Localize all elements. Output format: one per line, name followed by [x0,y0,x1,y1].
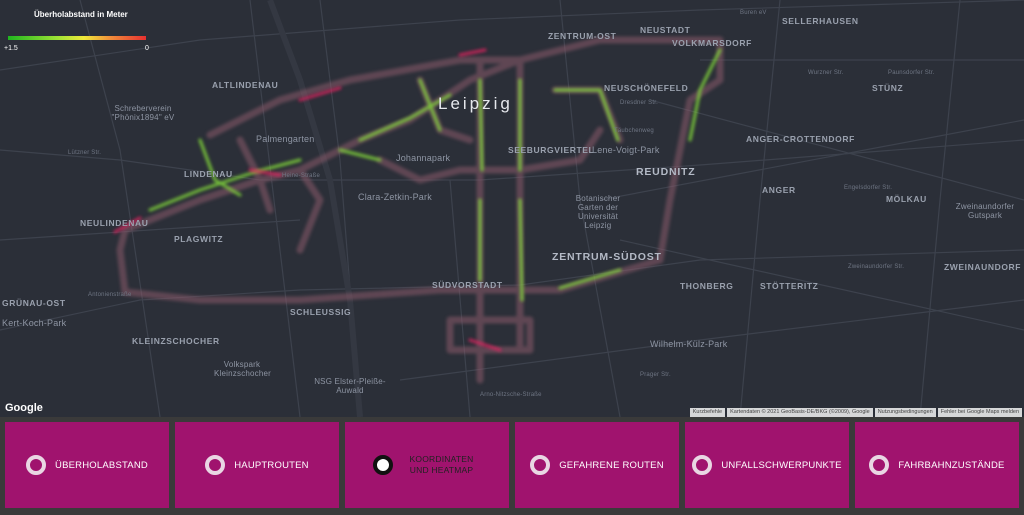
button-unfallschwerpunkte[interactable]: UNFALLSCHWERPUNKTE [685,422,849,508]
place-nsg: NSG Elster-Pleiße-Auwald [314,377,386,395]
street-taucha: Täubchenweg [614,128,654,134]
district-stuenz: STÜNZ [872,83,904,93]
terms-link[interactable]: Nutzungsbedingungen [874,408,936,417]
district-anger: ANGER [762,185,796,195]
button-label: UNFALLSCHWERPUNKTE [721,459,842,471]
button-ueberholabstand[interactable]: ÜBERHOLABSTAND [5,422,169,508]
place-kert-koch: Kert-Koch-Park [2,318,67,328]
legend-max-label: 0 [145,45,149,52]
radio-icon [530,455,551,475]
district-thonberg: THONBERG [680,281,734,291]
district-sellerhausen: SELLERHAUSEN [782,16,859,26]
street-arno-nitzsche: Arno-Nitzsche-Straße [480,392,542,398]
district-neulindenau: NEULINDENAU [80,218,149,228]
street-zweinaundorfer: Zweinaundorfer Str. [848,264,905,270]
place-lene-voigt: Lene-Voigt-Park [592,145,660,155]
button-fahrbahnzustaende[interactable]: FAHRBAHNZUSTÄNDE [855,422,1019,508]
button-hauptrouten[interactable]: HAUPTROUTEN [175,422,339,508]
street-engelsdorfer: Engelsdorfer Str. [844,185,893,191]
legend: Überholabstand in Meter +1.5 0 [4,8,154,53]
place-botanischer-garten: Botanischer Garten der Universität Leipz… [575,194,621,230]
district-zentrum-suedost: ZENTRUM-SÜDOST [552,251,662,263]
map-canvas[interactable] [0,0,1024,417]
radio-icon [869,455,890,475]
street-prager: Prager Str. [640,372,671,378]
district-stoetteritz: STÖTTERITZ [760,281,819,291]
district-suedvorstadt: SÜDVORSTADT [432,280,503,290]
button-label: KOORDINATEN UND HEATMAP [409,454,474,475]
district-gruenau-ost: GRÜNAU-OST [2,298,66,308]
place-volkspark: Volkspark Kleinzschocher [214,360,272,378]
district-reudnitz: REUDNITZ [636,166,696,178]
district-zweinaundorf: ZWEINAUNDORF [944,262,1022,272]
place-schreber: Schreberverein "Phönix1894" eV [111,104,175,122]
legend-color-bar [8,36,146,40]
street-dresdner: Dresdner Str. [620,100,658,106]
button-koordinaten-heatmap[interactable]: KOORDINATEN UND HEATMAP [345,422,509,508]
button-gefahrene-routen[interactable]: GEFAHRENE ROUTEN [515,422,679,508]
city-label: Leipzig [438,94,513,113]
district-neustadt: NEUSTADT [640,25,691,35]
button-label: HAUPTROUTEN [234,459,309,471]
district-seeburgviertel: SEEBURGVIERTEL [508,145,595,155]
district-plagwitz: PLAGWITZ [174,234,224,244]
place-clara-zetkin: Clara-Zetkin-Park [358,192,432,202]
shortcuts-link[interactable]: Kurzbefehle [689,408,726,417]
district-kleinzschocher: KLEINZSCHOCHER [132,336,220,346]
street-luetzner: Lützner Str. [68,150,102,156]
layer-button-bar: ÜBERHOLABSTAND HAUPTROUTEN KOORDINATEN U… [0,417,1024,515]
radio-icon [692,455,713,475]
district-volkmarsdorf: VOLKMARSDORF [672,38,752,48]
district-neuschoenefeld: NEUSCHÖNEFELD [604,83,689,93]
district-moelkau: MÖLKAU [886,194,927,204]
radio-selected-icon [372,455,393,475]
button-label: ÜBERHOLABSTAND [55,459,148,471]
map-attribution: Kurzbefehle Kartendaten © 2021 GeoBasis-… [689,408,1022,417]
place-wilhelm-kuelz: Wilhelm-Külz-Park [650,339,728,349]
radio-icon [26,455,47,475]
place-zweinaundorfer-gutspark: Zweinaundorfer Gutspark [955,202,1015,220]
legend-min-label: +1.5 [4,45,18,52]
street-antonien: Antonienstraße [88,292,132,298]
place-palmengarten: Palmengarten [256,134,315,144]
street-wurzner: Wurzner Str. [808,70,844,76]
legend-title: Überholabstand in Meter [34,10,128,19]
button-label: FAHRBAHNZUSTÄNDE [898,459,1005,471]
street-heine: Heine-Straße [282,173,321,179]
district-altlindenau: ALTLINDENAU [212,80,279,90]
button-label: GEFAHRENE ROUTEN [559,459,664,471]
place-buren: Buren eV [740,10,767,16]
radio-icon [205,455,226,475]
map-view[interactable]: Leipzig ALTLINDENAU LINDENAU NEULINDENAU… [0,0,1024,417]
street-paunsdorfer: Paunsdorfer Str. [888,70,935,76]
district-schleussig: SCHLEUSSIG [290,307,352,317]
google-logo[interactable]: Google [5,402,43,414]
district-zentrum-ost: ZENTRUM-OST [548,31,617,41]
district-lindenau: LINDENAU [184,169,233,179]
map-data-text: Kartendaten © 2021 GeoBasis-DE/BKG (©200… [727,408,873,417]
place-johannapark: Johannapark [396,153,451,163]
district-anger-crottendorf: ANGER-CROTTENDORF [746,134,855,144]
report-error-link[interactable]: Fehler bei Google Maps melden [937,408,1022,417]
